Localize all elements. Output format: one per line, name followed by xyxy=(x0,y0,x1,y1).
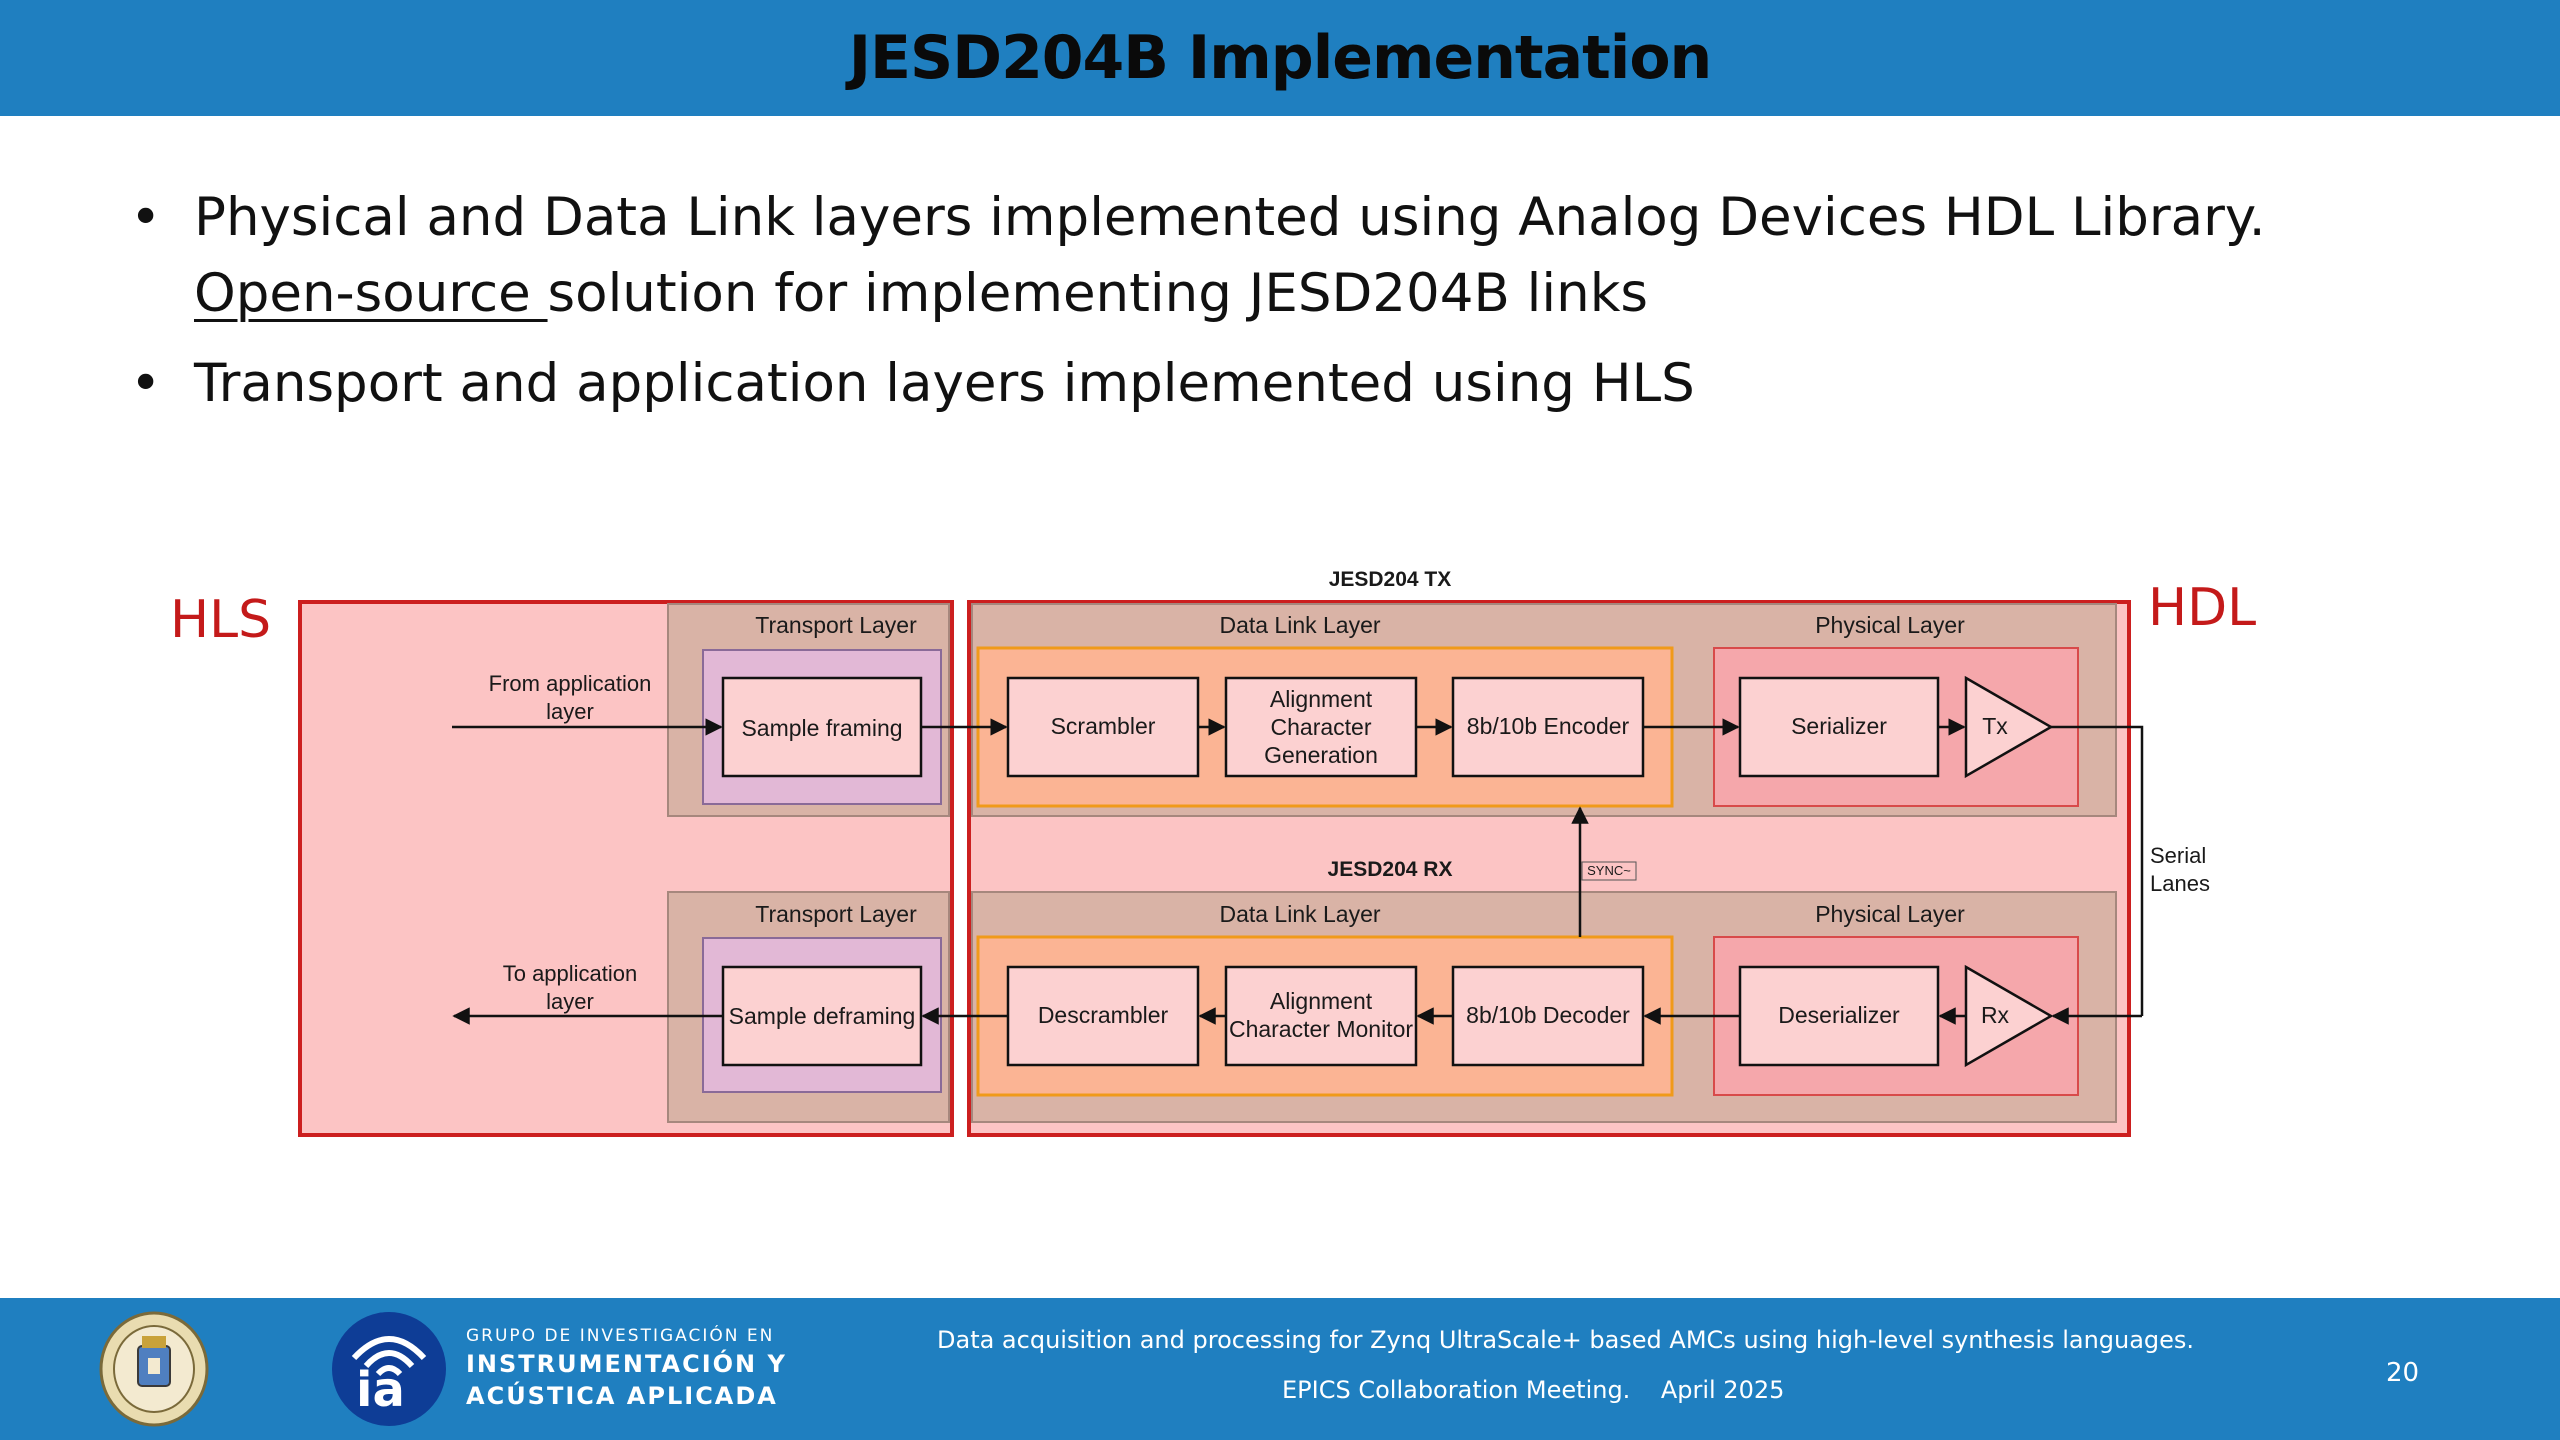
jesd204-block-diagram: HLS HDL JESD204 TX JESD204 RX Transport … xyxy=(0,540,2560,1160)
decoder-label: 8b/10b Decoder xyxy=(1466,1002,1630,1028)
descrambler-label: Descrambler xyxy=(1037,1002,1169,1028)
bullet-item: • Physical and Data Link layers implemen… xyxy=(130,180,2380,332)
footer-bar: ia GRUPO DE INVESTIGACIÓN EN INSTRUMENTA… xyxy=(0,1298,2560,1440)
title-bar: JESD204B Implementation xyxy=(0,0,2560,116)
tx-data-link-layer-label: Data Link Layer xyxy=(1219,612,1381,638)
serializer-label: Serializer xyxy=(1791,713,1887,739)
alignment-monitor-label: Alignment Character Monitor xyxy=(1228,988,1414,1042)
bullet-icon: • xyxy=(130,353,162,414)
sync-label: SYNC~ xyxy=(1587,863,1631,878)
rx-physical-layer-label: Physical Layer xyxy=(1815,901,1965,927)
tx-transport-layer-label: Transport Layer xyxy=(755,612,917,638)
bullet-list: • Physical and Data Link layers implemen… xyxy=(130,180,2380,436)
talk-title: Data acquisition and processing for Zynq… xyxy=(937,1326,2195,1354)
open-source-underlined-text: Open-source xyxy=(194,263,548,324)
bullet-text-continued: solution for implementing JESD204B links xyxy=(547,263,1649,324)
rx-data-link-layer-label: Data Link Layer xyxy=(1219,901,1381,927)
encoder-label: 8b/10b Encoder xyxy=(1466,713,1630,739)
alignment-generation-label: Alignment Character Generation xyxy=(1264,686,1378,768)
bullet-icon: • xyxy=(130,187,162,248)
bullet-item: • Transport and application layers imple… xyxy=(130,346,2380,422)
group-line-1: GRUPO DE INVESTIGACIÓN EN xyxy=(466,1326,775,1346)
page-number: 20 xyxy=(2386,1358,2420,1388)
hdl-label: HDL xyxy=(2148,578,2257,638)
slide-title: JESD204B Implementation xyxy=(848,23,1713,93)
sample-framing-label: Sample framing xyxy=(741,715,903,741)
tx-physical-layer-label: Physical Layer xyxy=(1815,612,1965,638)
scrambler-label: Scrambler xyxy=(1050,713,1156,739)
university-seal-logo xyxy=(99,1311,209,1427)
rx-transport-layer-label: Transport Layer xyxy=(755,901,917,927)
tx-driver-label: Tx xyxy=(1982,713,2008,739)
bullet-text: Physical and Data Link layers implemente… xyxy=(194,187,2266,248)
sample-deframing-label: Sample deframing xyxy=(728,1003,916,1029)
serial-lanes-label: Serial Lanes xyxy=(2150,843,2210,896)
tx-title: JESD204 TX xyxy=(1328,568,1452,591)
group-line-3: ACÚSTICA APLICADA xyxy=(466,1382,778,1410)
from-application-label: From application layer xyxy=(488,671,652,724)
group-line-2: INSTRUMENTACIÓN Y xyxy=(466,1350,787,1378)
deserializer-label: Deserializer xyxy=(1778,1002,1900,1028)
event-line: EPICS Collaboration Meeting. April 2025 xyxy=(1282,1376,1785,1404)
bullet-text: Transport and application layers impleme… xyxy=(194,353,1695,414)
rx-title: JESD204 RX xyxy=(1327,858,1453,881)
rx-receiver-label: Rx xyxy=(1980,1002,2010,1028)
to-application-label: To application layer xyxy=(502,961,638,1014)
ia-mark-text: ia xyxy=(356,1362,405,1418)
hls-label: HLS xyxy=(170,590,272,650)
